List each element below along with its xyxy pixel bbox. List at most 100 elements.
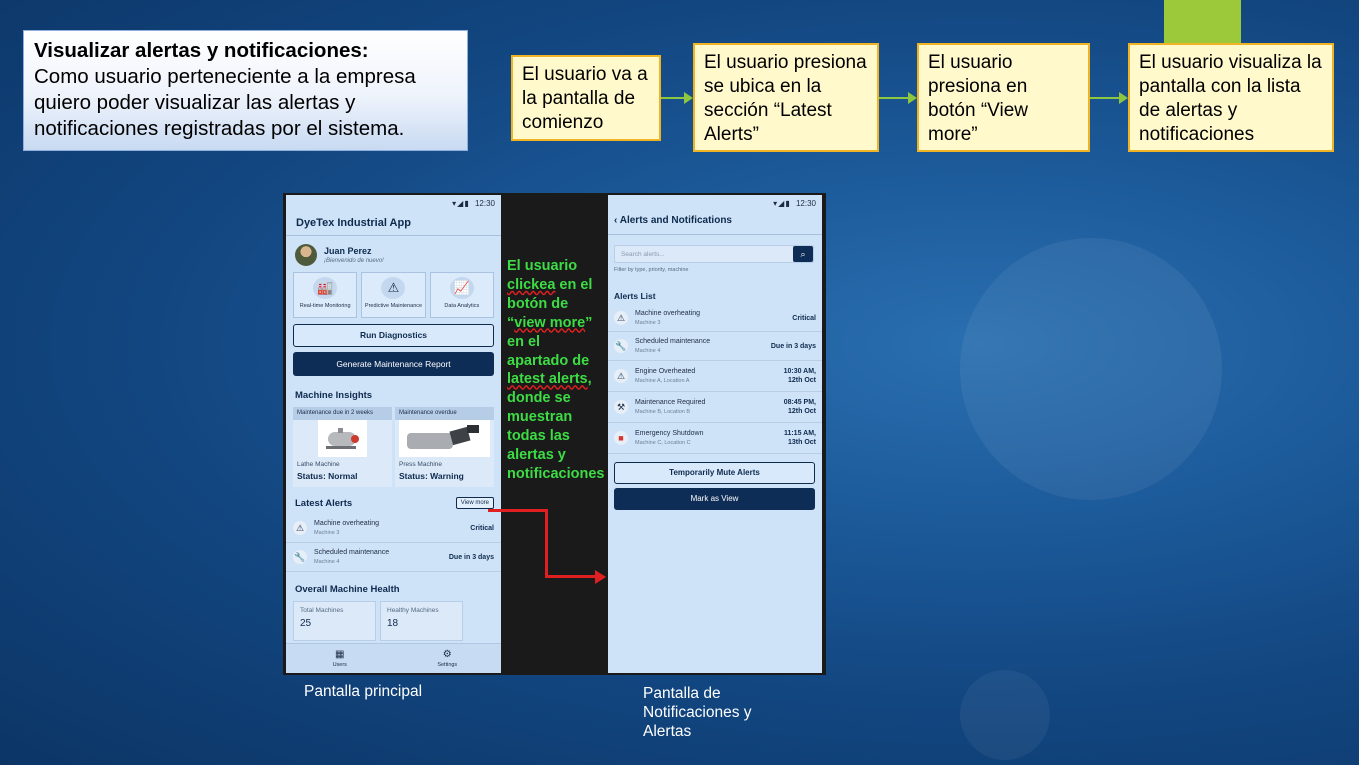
flow-arrow-3: [1090, 92, 1128, 104]
alerts-list-title: Alerts List: [614, 291, 656, 301]
insight-card[interactable]: Maintenance due in 2 weeks Lathe Machine…: [293, 407, 392, 487]
alert-meta-line: 13th Oct: [787, 439, 816, 446]
chart-icon: 📈: [449, 277, 474, 299]
note-text: , donde se muestran todas las alertas y …: [507, 371, 605, 482]
alert-item[interactable]: ⚠ Machine overheating Machine 3 Critical: [608, 305, 822, 332]
generate-report-button[interactable]: Generate Maintenance Report: [293, 352, 494, 376]
insight-card[interactable]: Maintenance overdue Press Machine Status…: [395, 407, 494, 487]
run-diagnostics-button[interactable]: Run Diagnostics: [293, 324, 494, 347]
warning-icon: ⚠: [381, 277, 406, 299]
pointer-arrowhead: [595, 570, 606, 584]
alert-item[interactable]: ⚒ Maintenance Required Machine B, Locati…: [608, 392, 822, 423]
alert-machine: Machine 3: [314, 530, 340, 536]
caption-alerts-screen: Pantalla de Notificaciones y Alertas: [643, 685, 752, 740]
note-text: latest alerts: [507, 371, 588, 388]
alert-meta-line: 12th Oct: [787, 408, 816, 415]
warning-icon: ⚠: [614, 369, 628, 383]
note-text: view more: [514, 314, 586, 331]
users-icon: ▦: [335, 649, 345, 660]
emergency-icon: ■: [614, 431, 628, 445]
nav-label: Settings: [437, 662, 458, 668]
wrench-icon: 🔧: [293, 550, 307, 564]
stat-value: 18: [387, 618, 399, 629]
wrench-icon: 🔧: [614, 339, 628, 353]
story-title: Visualizar alertas y notificaciones:: [34, 39, 369, 62]
alert-meta-line: 12th Oct: [787, 377, 816, 384]
alert-meta-line: 11:15 AM,: [783, 430, 816, 437]
press-machine-image: [399, 420, 490, 457]
filter-hint: Filter by type, priority, machine: [614, 267, 689, 273]
alerts-header: ‹ Alerts and Notifications: [608, 211, 822, 234]
tile-predictive-maintenance[interactable]: ⚠ Predictive Maintenance: [361, 272, 426, 318]
alerts-screen-title: Alerts and Notifications: [619, 215, 732, 226]
accent-tab: [1164, 0, 1241, 43]
divider: [608, 234, 822, 235]
alert-due: Due in 3 days: [448, 553, 494, 561]
stat-label: Total Machines: [300, 607, 344, 614]
factory-icon: 🏭: [313, 277, 338, 299]
pointer-arrow-segment: [545, 509, 548, 577]
alert-title: Maintenance Required: [635, 399, 706, 406]
latest-alerts-header: Latest Alerts View more: [286, 487, 501, 514]
alert-meta: 11:15 AM, 13th Oct: [784, 429, 816, 447]
user-profile[interactable]: Juan Perez ¡Bienvenido de nuevo!: [286, 236, 501, 270]
nav-label: Users: [332, 662, 347, 668]
alert-machine: Machine 4: [314, 559, 340, 565]
gear-icon: ⚙: [442, 649, 452, 660]
alert-item[interactable]: ⚠ Engine Overheated Machine A, Location …: [608, 361, 822, 392]
signal-battery-icon: ▾◢▮: [773, 199, 791, 208]
pointer-arrow-segment: [488, 509, 547, 512]
nav-settings[interactable]: ⚙ Settings: [394, 644, 502, 673]
signal-battery-icon: ▾◢▮: [452, 199, 470, 208]
status-time: 12:30: [795, 199, 816, 208]
alert-item[interactable]: 🔧 Scheduled maintenance Machine 4 Due in…: [286, 543, 501, 572]
flow-arrow-2: [879, 92, 917, 104]
view-more-button[interactable]: View more: [455, 497, 494, 509]
user-greeting: ¡Bienvenido de nuevo!: [324, 258, 384, 264]
flow-step-1: El usuario va a la pantalla de comienzo: [511, 55, 661, 141]
search-placeholder: Search alerts...: [621, 250, 665, 258]
flow-step-3: El usuario presiona en botón “View more”: [917, 43, 1090, 152]
background-circle-small: [960, 670, 1050, 760]
alert-meta-line: 10:30 AM,: [783, 368, 816, 375]
insight-machine: Lathe Machine: [297, 461, 340, 468]
mark-as-view-button[interactable]: Mark as View: [614, 488, 815, 510]
alert-title: Engine Overheated: [635, 368, 696, 375]
user-story-box: Visualizar alertas y notificaciones: Com…: [23, 30, 468, 151]
nav-users[interactable]: ▦ Users: [286, 644, 394, 673]
tile-label: Predictive Maintenance: [364, 303, 423, 309]
stat-label: Healthy Machines: [387, 607, 439, 614]
alert-title: Scheduled maintenance: [314, 549, 390, 556]
search-field[interactable]: Search alerts... ⌕: [614, 245, 814, 263]
tile-label: Data Analytics: [444, 303, 480, 309]
tile-realtime-monitoring[interactable]: 🏭 Real-time Monitoring: [293, 272, 358, 318]
alert-item[interactable]: ■ Emergency Shutdown Machine C, Location…: [608, 423, 822, 454]
note-text: clickea: [507, 276, 556, 293]
tools-icon: ⚒: [614, 400, 628, 414]
alert-severity: Critical: [470, 524, 494, 532]
tile-data-analytics[interactable]: 📈 Data Analytics: [429, 272, 494, 318]
mute-alerts-button[interactable]: Temporarily Mute Alerts: [614, 462, 815, 484]
background-circle: [960, 238, 1222, 500]
insight-machine: Press Machine: [399, 461, 442, 468]
alert-meta: 10:30 AM, 12th Oct: [784, 367, 816, 385]
alert-meta-line: 08:45 PM,: [783, 399, 816, 406]
insights-title: Machine Insights: [295, 390, 373, 401]
latest-alerts-title: Latest Alerts: [295, 497, 353, 509]
alert-machine: Machine 4: [635, 348, 661, 354]
annotation-note: El usuario clickea en el botón de “view …: [507, 257, 605, 484]
alert-machine: Machine A, Location A: [635, 378, 690, 384]
tile-label: Real-time Monitoring: [299, 303, 351, 309]
alert-item[interactable]: ⚠ Machine overheating Machine 3 Critical: [286, 514, 501, 543]
insight-status: Status: Normal: [297, 471, 358, 481]
search-icon[interactable]: ⌕: [793, 246, 813, 262]
alert-title: Emergency Shutdown: [635, 430, 704, 437]
alert-machine: Machine B, Location B: [635, 409, 691, 415]
alert-title: Scheduled maintenance: [635, 338, 711, 345]
alert-title: Machine overheating: [314, 520, 379, 527]
alerts-screen: ▾◢▮ 12:30 ‹ Alerts and Notifications Sea…: [608, 195, 822, 673]
main-screen: ▾◢▮ 12:30 DyeTex Industrial App Juan Per…: [286, 195, 501, 673]
alert-item[interactable]: 🔧 Scheduled maintenance Machine 4 Due in…: [608, 332, 822, 361]
stat-card: Total Machines 25: [293, 601, 376, 641]
warning-icon: ⚠: [293, 521, 307, 535]
